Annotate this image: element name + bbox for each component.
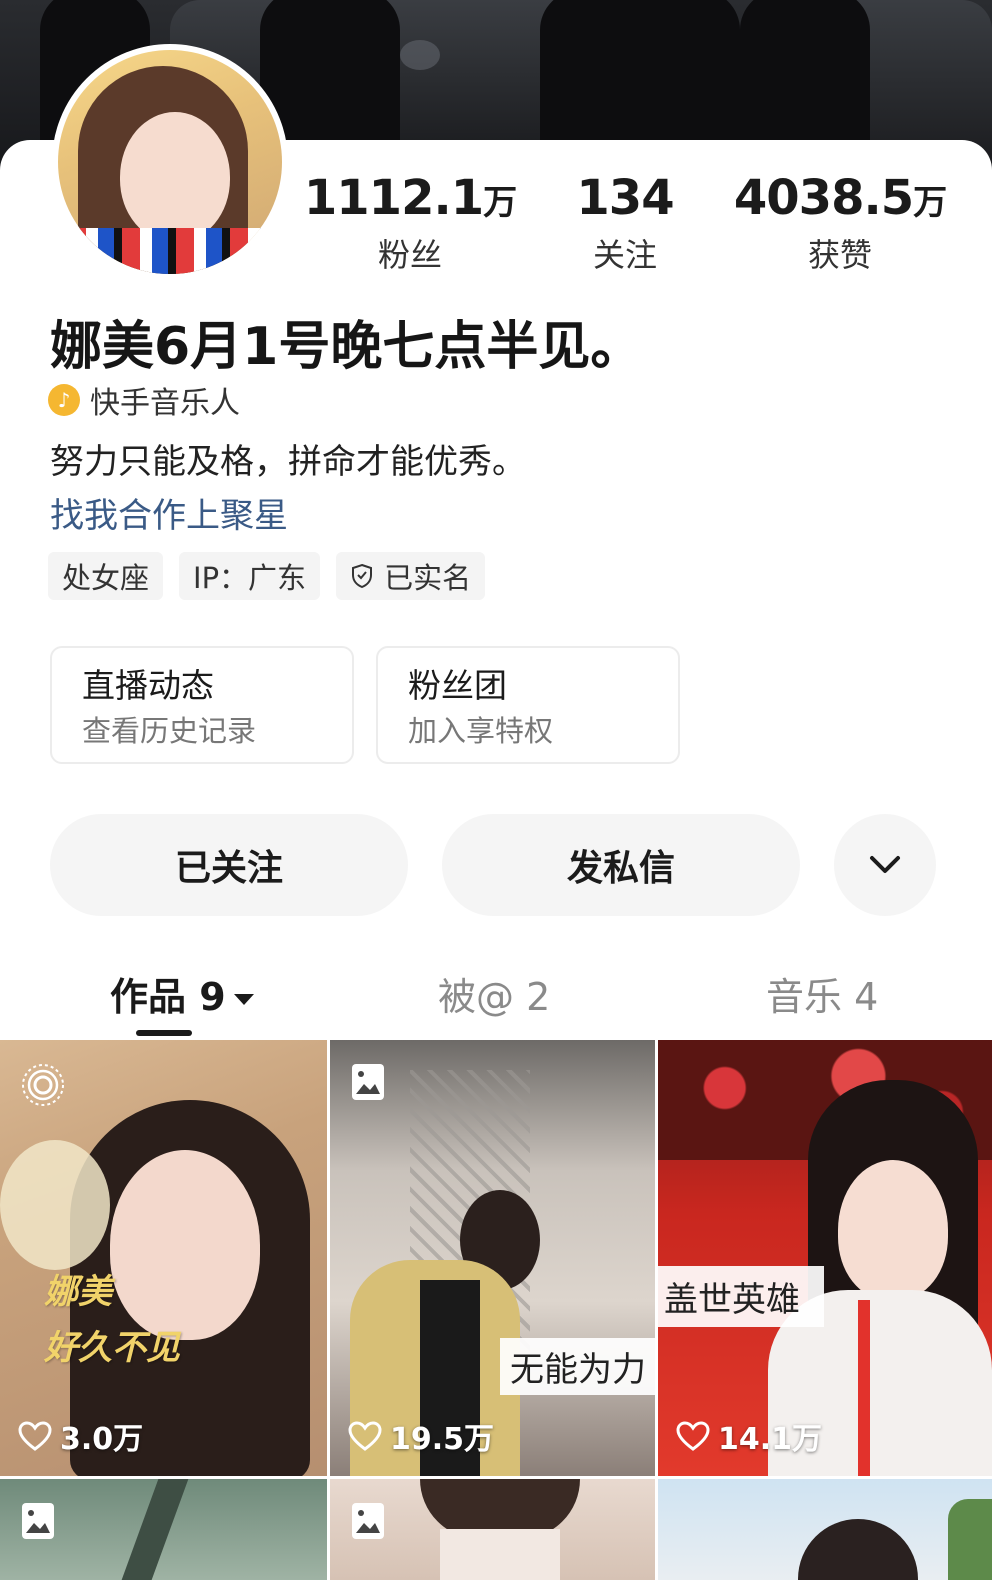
followed-button[interactable]: 已关注	[50, 814, 408, 916]
tag-label: IP：广东	[193, 561, 307, 595]
tab-label: 作品 9	[110, 975, 226, 1019]
like-count: 3.0万	[18, 1414, 143, 1458]
stat-label: 粉丝	[377, 236, 442, 274]
like-count: 14.1万	[676, 1414, 822, 1458]
tag-label: 已实名	[384, 561, 472, 595]
video-caption: 盖世英雄	[658, 1266, 824, 1327]
work-item[interactable]	[658, 1479, 992, 1580]
stat-value: 134	[576, 170, 674, 226]
music-note-icon: ♪	[48, 384, 80, 416]
image-icon	[352, 1064, 384, 1100]
tab-mentions[interactable]: 被@ 2	[438, 966, 550, 1021]
fan-club-card[interactable]: 粉丝团 加入享特权	[376, 646, 680, 764]
like-count-value: 19.5万	[390, 1422, 495, 1457]
work-item[interactable]: 无能为力 19.5万	[330, 1040, 655, 1476]
live-history-card[interactable]: 直播动态 查看历史记录	[50, 646, 354, 764]
profile-tags: 处女座 IP：广东 已实名	[48, 552, 486, 600]
active-tab-indicator	[136, 1030, 192, 1036]
stat-label: 获赞	[807, 236, 872, 274]
banner-highlight	[400, 40, 440, 70]
stat-value: 1112.1	[303, 170, 484, 226]
chevron-down-icon	[870, 856, 900, 873]
musician-badge[interactable]: ♪ 快手音乐人	[48, 380, 240, 421]
like-count: 19.5万	[348, 1414, 494, 1458]
profile-name: 娜美6月1号晚七点半见。	[50, 317, 643, 377]
work-item[interactable]: 盖世英雄 14.1万	[658, 1040, 992, 1476]
stat-label: 关注	[592, 236, 657, 274]
stat-followers[interactable]: 1112.1万 粉丝	[300, 170, 520, 277]
tag-zodiac: 处女座	[48, 552, 164, 600]
image-icon	[22, 1503, 54, 1539]
tag-label: 处女座	[62, 561, 150, 595]
handwritten-caption: 好久不见	[44, 1328, 180, 1368]
like-count-value: 14.1万	[718, 1422, 823, 1457]
work-item[interactable]: 娜美 好久不见 3.0万	[0, 1040, 327, 1476]
handwritten-caption: 娜美	[44, 1272, 112, 1312]
badge-label: 快手音乐人	[90, 386, 240, 421]
profile-stats: 1112.1万 粉丝 134 关注 4038.5万 获赞	[300, 170, 960, 280]
card-title: 直播动态	[82, 666, 214, 705]
work-item[interactable]	[0, 1479, 327, 1580]
heart-icon	[348, 1421, 382, 1451]
more-button[interactable]	[834, 814, 936, 916]
stat-likes[interactable]: 4038.5万 获赞	[730, 170, 950, 277]
avatar[interactable]	[52, 44, 288, 280]
video-caption: 无能为力	[500, 1338, 655, 1395]
message-button[interactable]: 发私信	[442, 814, 800, 916]
like-count-value: 3.0万	[60, 1422, 144, 1457]
stat-unit: 万	[483, 183, 517, 223]
content-tabs: 作品 9 被@ 2 音乐 4	[0, 956, 992, 1036]
stat-value: 4038.5	[733, 170, 914, 226]
stat-following[interactable]: 134 关注	[550, 170, 700, 277]
tab-works[interactable]: 作品 9	[110, 966, 254, 1021]
live-photo-icon	[22, 1064, 64, 1106]
shield-icon	[352, 563, 373, 589]
image-icon	[352, 1503, 384, 1539]
tag-verified[interactable]: 已实名	[336, 552, 486, 600]
card-title: 粉丝团	[408, 666, 507, 705]
caret-down-icon	[233, 994, 254, 1005]
heart-icon	[676, 1421, 710, 1451]
heart-icon	[18, 1421, 52, 1451]
work-item[interactable]	[330, 1479, 655, 1580]
card-subtitle: 查看历史记录	[82, 714, 257, 748]
tab-music[interactable]: 音乐 4	[766, 966, 878, 1021]
info-cards: 直播动态 查看历史记录 粉丝团 加入享特权	[50, 646, 680, 764]
stat-unit: 万	[913, 183, 947, 223]
tag-ip: IP：广东	[179, 552, 321, 600]
cooperation-link[interactable]: 找我合作上聚星	[50, 488, 288, 537]
card-subtitle: 加入享特权	[408, 714, 554, 748]
profile-bio: 努力只能及格，拼命才能优秀。	[50, 442, 526, 482]
